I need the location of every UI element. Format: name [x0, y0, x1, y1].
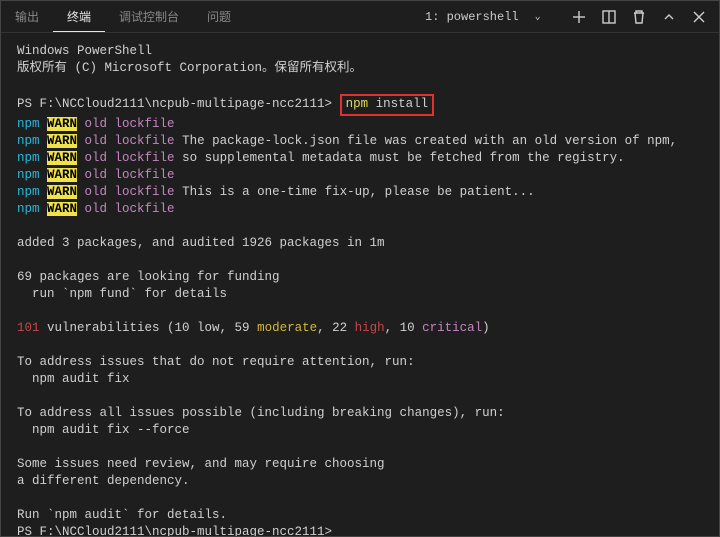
terminal-line: 69 packages are looking for funding — [17, 269, 703, 286]
terminal-line-warn: npm WARN old lockfile — [17, 167, 703, 184]
terminal-line: To address all issues possible (includin… — [17, 405, 703, 422]
terminal-line-vuln: 101 vulnerabilities (10 low, 59 moderate… — [17, 320, 703, 337]
terminal-blank — [17, 218, 703, 235]
terminal-blank — [17, 490, 703, 507]
panel-tabs: 输出 终端 调试控制台 问题 — [1, 1, 245, 32]
terminal-panel: 输出 终端 调试控制台 问题 1: powershell ⌄ Windows P… — [0, 0, 720, 537]
terminal-selector-label: 1: powershell — [425, 10, 519, 24]
terminal-line-warn: npm WARN old lockfile — [17, 201, 703, 218]
kill-terminal-button[interactable] — [631, 9, 647, 25]
terminal-blank — [17, 337, 703, 354]
terminal-line: a different dependency. — [17, 473, 703, 490]
terminal-line-warn: npm WARN old lockfile so supplemental me… — [17, 150, 703, 167]
terminal-line: npm audit fix --force — [17, 422, 703, 439]
terminal-line: Run `npm audit` for details. — [17, 507, 703, 524]
terminal-line: run `npm fund` for details — [17, 286, 703, 303]
terminal-line: npm audit fix — [17, 371, 703, 388]
terminal-blank — [17, 303, 703, 320]
maximize-panel-button[interactable] — [661, 9, 677, 25]
terminal-line-warn: npm WARN old lockfile The package-lock.j… — [17, 133, 703, 150]
split-terminal-button[interactable] — [601, 9, 617, 25]
tab-debug-console[interactable]: 调试控制台 — [105, 1, 193, 32]
terminal-line-warn: npm WARN old lockfile — [17, 116, 703, 133]
terminal-blank — [17, 388, 703, 405]
tab-output[interactable]: 输出 — [1, 1, 53, 32]
close-panel-button[interactable] — [691, 9, 707, 25]
terminal-blank — [17, 252, 703, 269]
terminal-blank — [17, 439, 703, 456]
terminal-line: Windows PowerShell — [17, 43, 703, 60]
terminal-line: added 3 packages, and audited 1926 packa… — [17, 235, 703, 252]
terminal-line: Some issues need review, and may require… — [17, 456, 703, 473]
panel-tabbar: 输出 终端 调试控制台 问题 1: powershell ⌄ — [1, 1, 719, 33]
terminal-line: 版权所有 (C) Microsoft Corporation。保留所有权利。 — [17, 60, 703, 77]
highlighted-command: npm install — [340, 94, 435, 116]
terminal-selector-dropdown[interactable]: 1: powershell ⌄ — [419, 8, 559, 26]
tab-terminal[interactable]: 终端 — [53, 1, 105, 32]
terminal-line-prompt: PS F:\NCCloud2111\ncpub-multipage-ncc211… — [17, 524, 703, 536]
new-terminal-button[interactable] — [571, 9, 587, 25]
terminal-actions — [559, 9, 719, 25]
terminal-line-warn: npm WARN old lockfile This is a one-time… — [17, 184, 703, 201]
terminal-blank — [17, 77, 703, 94]
terminal-line-prompt: PS F:\NCCloud2111\ncpub-multipage-ncc211… — [17, 94, 703, 116]
tab-problems[interactable]: 问题 — [193, 1, 245, 32]
terminal-line: To address issues that do not require at… — [17, 354, 703, 371]
terminal-output[interactable]: Windows PowerShell版权所有 (C) Microsoft Cor… — [1, 33, 719, 536]
chevron-down-icon: ⌄ — [535, 11, 541, 23]
